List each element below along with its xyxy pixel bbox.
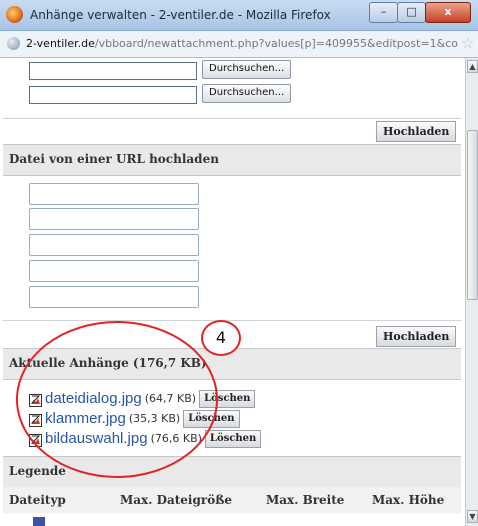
upload-url-button[interactable]: Hochladen bbox=[376, 326, 457, 347]
vertical-scrollbar[interactable]: ▲ ▼ bbox=[465, 58, 478, 526]
url-upload-heading: Datei von einer URL hochladen bbox=[9, 152, 219, 166]
site-identity-icon[interactable] bbox=[7, 37, 20, 50]
url-field-4[interactable] bbox=[29, 260, 199, 282]
column-header-max-width: Max. Breite bbox=[266, 493, 345, 507]
divider bbox=[3, 118, 461, 119]
divider bbox=[3, 320, 461, 321]
annotation-number-badge: 4 bbox=[201, 320, 241, 356]
window-title: Anhänge verwalten - 2-ventiler.de - Mozi… bbox=[30, 8, 331, 22]
browse-button-2[interactable]: Durchsuchen... bbox=[202, 84, 292, 103]
url-field-1[interactable] bbox=[29, 183, 199, 205]
upload-local-button[interactable]: Hochladen bbox=[376, 121, 457, 142]
column-header-max-height: Max. Höhe bbox=[372, 493, 445, 507]
scrollbar-thumb[interactable] bbox=[467, 130, 478, 300]
address-path: /vbboard/newattachment.php?values[p]=409… bbox=[94, 37, 458, 50]
address-bar[interactable]: 2-ventiler.de/vbboard/newattachment.php?… bbox=[0, 31, 478, 58]
url-field-3[interactable] bbox=[29, 234, 199, 256]
column-header-max-size: Max. Dateigröße bbox=[120, 493, 232, 507]
url-field-2[interactable] bbox=[29, 208, 199, 230]
scroll-down-arrow-icon[interactable]: ▼ bbox=[467, 510, 478, 523]
legend-heading: Legende bbox=[9, 464, 66, 478]
file-path-field-2[interactable] bbox=[29, 86, 197, 104]
annotation-circle bbox=[16, 321, 218, 478]
bookmark-star-icon[interactable]: ☆ bbox=[461, 34, 474, 52]
window-titlebar: Anhänge verwalten - 2-ventiler.de - Mozi… bbox=[0, 0, 478, 31]
column-header-type: Dateityp bbox=[9, 493, 66, 507]
file-path-field-1[interactable] bbox=[29, 62, 197, 80]
address-url[interactable]: 2-ventiler.de/vbboard/newattachment.php?… bbox=[26, 37, 458, 50]
browse-button-1[interactable]: Durchsuchen... bbox=[202, 60, 292, 79]
firefox-logo-icon bbox=[6, 6, 23, 23]
legend-column-headers: Dateityp Max. Dateigröße Max. Breite Max… bbox=[3, 487, 461, 513]
address-domain: 2-ventiler.de bbox=[26, 37, 95, 50]
url-upload-header: Datei von einer URL hochladen bbox=[3, 144, 461, 176]
url-field-5[interactable] bbox=[29, 286, 199, 308]
close-button[interactable]: x bbox=[425, 2, 471, 23]
file-type-icon bbox=[33, 517, 45, 526]
maximize-button[interactable]: □ bbox=[397, 2, 426, 23]
scroll-up-arrow-icon[interactable]: ▲ bbox=[467, 60, 478, 73]
page-viewport: Durchsuchen... Durchsuchen... Hochladen … bbox=[0, 58, 465, 526]
delete-attachment-button[interactable]: Löschen bbox=[204, 429, 262, 448]
minimize-button[interactable]: – bbox=[369, 2, 398, 23]
